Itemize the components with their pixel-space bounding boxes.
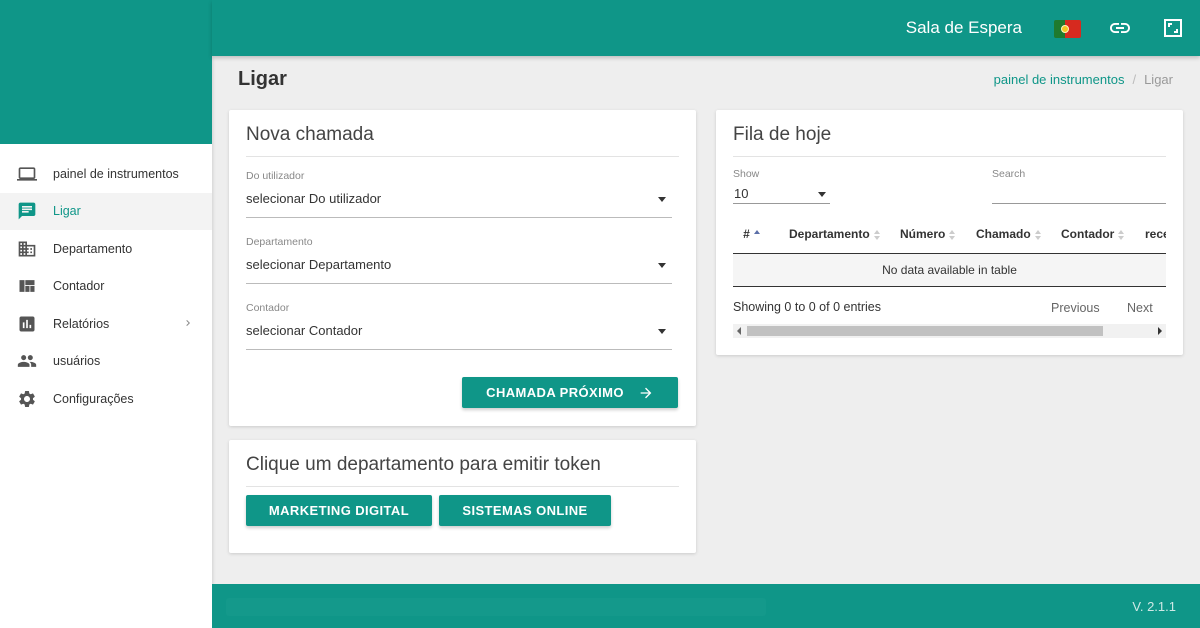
sidebar-item-call[interactable]: Ligar	[0, 192, 212, 230]
scrollbar-thumb[interactable]	[747, 326, 1103, 336]
chat-icon	[17, 201, 37, 221]
department-select-value: selecionar Departamento	[246, 257, 392, 272]
call-next-button-label: CHAMADA PRÓXIMO	[486, 385, 624, 400]
footer: V. 2.1.1	[212, 584, 1200, 628]
dropdown-arrow-icon	[818, 192, 826, 197]
sidebar-item-counter[interactable]: Contador	[0, 268, 212, 306]
scroll-left-icon[interactable]	[737, 327, 741, 335]
dropdown-arrow-icon	[658, 329, 666, 334]
sort-icon	[1034, 229, 1043, 241]
department-token-button[interactable]: SISTEMAS ONLINE	[439, 495, 611, 526]
call-next-button[interactable]: CHAMADA PRÓXIMO	[462, 377, 678, 408]
search-label: Search	[992, 168, 1026, 180]
chevron-right-icon	[182, 317, 194, 332]
queue-title: Fila de hoje	[733, 110, 1166, 157]
dashboard-icon	[17, 276, 37, 296]
column-header-counter[interactable]: Contador	[1049, 218, 1129, 253]
breadcrumb-separator: /	[1132, 72, 1137, 87]
counter-select[interactable]: Contador selecionar Contador	[246, 289, 672, 355]
bar-chart-icon	[17, 314, 37, 334]
search-input[interactable]	[992, 203, 1166, 204]
column-header-number[interactable]: #	[733, 218, 772, 253]
show-label: Show	[733, 168, 760, 180]
new-call-card: Nova chamada Do utilizador selecionar Do…	[229, 110, 696, 426]
laptop-icon	[17, 164, 37, 184]
sidebar-item-users[interactable]: usuários	[0, 343, 212, 381]
department-token-button[interactable]: MARKETING DIGITAL	[246, 495, 432, 526]
user-select-value: selecionar Do utilizador	[246, 191, 382, 206]
next-page-button[interactable]: Next	[1127, 301, 1153, 315]
fullscreen-icon[interactable]	[1160, 16, 1186, 40]
link-icon[interactable]	[1107, 16, 1133, 40]
topbar-title[interactable]: Sala de Espera	[906, 18, 1022, 38]
token-card-title: Clique um departamento para emitir token	[246, 440, 679, 487]
sort-asc-icon	[753, 229, 762, 241]
column-header-department[interactable]: Departamento	[773, 218, 883, 253]
footer-text-blurred	[226, 598, 766, 616]
gear-icon	[17, 389, 37, 409]
arrow-right-icon	[640, 387, 652, 398]
sidebar: painel de instrumentos Ligar Departament…	[0, 0, 212, 628]
department-select[interactable]: Departamento selecionar Departamento	[246, 223, 672, 289]
breadcrumb-current: Ligar	[1144, 72, 1173, 87]
dropdown-arrow-icon	[658, 197, 666, 202]
horizontal-scrollbar[interactable]	[733, 324, 1166, 338]
token-card: Clique um departamento para emitir token…	[229, 440, 696, 553]
topbar: Sala de Espera	[212, 0, 1200, 56]
sidebar-item-label: Ligar	[53, 204, 81, 219]
counter-select-value: selecionar Contador	[246, 323, 363, 338]
breadcrumb: painel de instrumentos / Ligar	[994, 72, 1173, 87]
counter-select-label: Contador	[246, 302, 290, 314]
sidebar-item-label: Contador	[53, 279, 105, 294]
previous-page-button[interactable]: Previous	[1051, 301, 1100, 315]
queue-card: Fila de hoje Show 10 Search # Departamen…	[716, 110, 1183, 355]
column-header-numero[interactable]: Número	[884, 218, 961, 253]
sidebar-item-label: Relatórios	[53, 316, 110, 331]
sort-icon	[873, 229, 882, 241]
sidebar-item-label: Departamento	[53, 241, 133, 256]
column-header-received[interactable]: rece	[1130, 218, 1166, 253]
people-icon	[17, 351, 37, 371]
dropdown-arrow-icon	[658, 263, 666, 268]
building-icon	[17, 239, 37, 259]
sidebar-item-dashboard[interactable]: painel de instrumentos	[0, 155, 212, 193]
department-select-label: Departamento	[246, 236, 313, 248]
show-entries-select[interactable]	[733, 203, 830, 204]
column-header-called[interactable]: Chamado	[962, 218, 1048, 253]
sidebar-item-reports[interactable]: Relatórios	[0, 305, 212, 343]
sidebar-item-department[interactable]: Departamento	[0, 230, 212, 268]
show-entries-value[interactable]: 10	[734, 186, 748, 201]
new-call-title: Nova chamada	[246, 110, 679, 157]
table-info: Showing 0 to 0 of 0 entries	[733, 300, 882, 314]
page-title: Ligar	[238, 68, 287, 90]
sidebar-item-settings[interactable]: Configurações	[0, 380, 212, 418]
breadcrumb-link[interactable]: painel de instrumentos	[994, 72, 1125, 87]
sidebar-item-label: usuários	[53, 354, 101, 369]
sidebar-item-label: painel de instrumentos	[53, 166, 179, 181]
user-select-label: Do utilizador	[246, 170, 305, 182]
table-header: # Departamento Número Chamado Contador r…	[733, 218, 1166, 254]
version-label: V. 2.1.1	[1132, 599, 1176, 614]
sort-icon	[949, 229, 957, 241]
sidebar-header	[0, 0, 212, 144]
sidebar-item-label: Configurações	[53, 391, 134, 406]
user-select[interactable]: Do utilizador selecionar Do utilizador	[246, 157, 672, 223]
scroll-right-icon[interactable]	[1158, 327, 1162, 335]
sidebar-nav: painel de instrumentos Ligar Departament…	[0, 144, 212, 418]
empty-table-message: No data available in table	[733, 254, 1166, 287]
sort-icon	[1118, 229, 1126, 241]
portugal-flag-icon[interactable]	[1054, 20, 1081, 38]
